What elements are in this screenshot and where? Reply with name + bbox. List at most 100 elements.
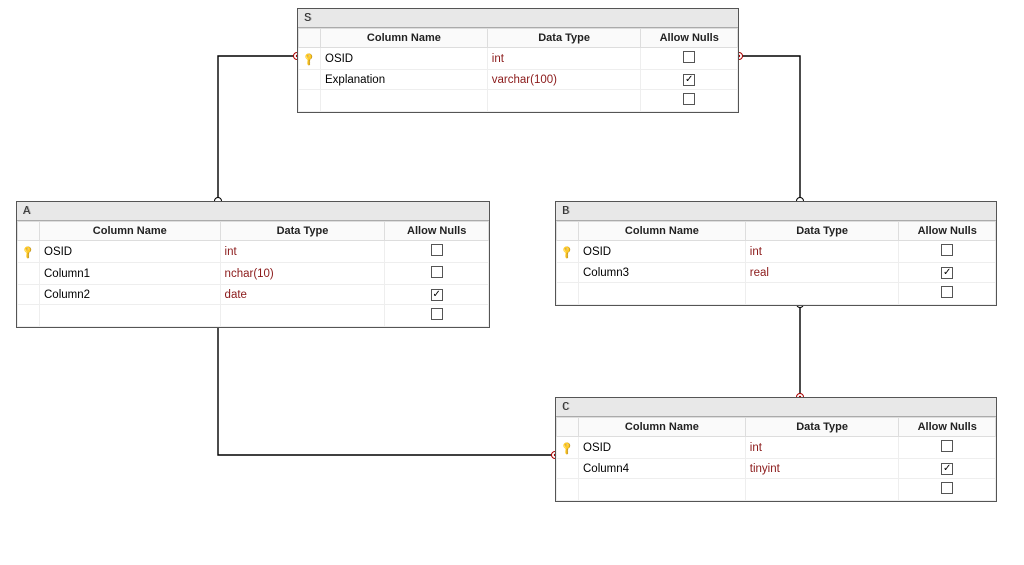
pk-cell [557,283,579,305]
checkbox-icon[interactable] [941,440,953,452]
data-type-cell[interactable] [487,90,641,112]
column-name-cell[interactable]: Explanation [321,70,488,90]
table-row[interactable]: Column3real ✓ [557,263,996,283]
allow-nulls-cell[interactable] [899,479,996,501]
entity-columns-table: Column Name Data Type Allow Nulls 🔑OSIDi… [17,221,489,327]
checkbox-icon[interactable]: ✓ [941,463,953,475]
col-header-name: Column Name [579,418,746,437]
entity-title: A [17,202,489,221]
pk-cell: 🔑 [557,241,579,263]
col-header-nulls: Allow Nulls [899,222,996,241]
col-header-name: Column Name [579,222,746,241]
data-type-cell[interactable]: real [745,263,899,283]
data-type-cell[interactable] [745,479,899,501]
table-row[interactable]: Column4tinyint ✓ [557,459,996,479]
checkbox-icon[interactable] [431,308,443,320]
pk-cell [18,305,40,327]
entity-b[interactable]: B Column Name Data Type Allow Nulls 🔑OSI… [555,201,997,306]
allow-nulls-cell[interactable] [385,305,489,327]
column-name-cell[interactable]: OSID [579,241,746,263]
checkbox-icon[interactable]: ✓ [431,289,443,301]
table-row[interactable]: Explanationvarchar(100) ✓ [299,70,738,90]
entity-a[interactable]: A Column Name Data Type Allow Nulls 🔑OSI… [16,201,490,328]
pk-cell: 🔑 [18,241,40,263]
key-icon: 🔑 [560,244,576,260]
data-type-cell[interactable]: varchar(100) [487,70,641,90]
col-header-type: Data Type [487,29,641,48]
col-header-type: Data Type [745,222,899,241]
entity-title: B [556,202,996,221]
checkbox-icon[interactable] [683,51,695,63]
checkbox-icon[interactable] [941,482,953,494]
entity-columns-table: Column Name Data Type Allow Nulls 🔑OSIDi… [298,28,738,112]
data-type-cell[interactable]: int [487,48,641,70]
data-type-cell[interactable]: tinyint [745,459,899,479]
col-header-name: Column Name [40,222,221,241]
allow-nulls-cell[interactable] [899,241,996,263]
column-name-cell[interactable] [579,479,746,501]
checkbox-icon[interactable] [941,286,953,298]
data-type-cell[interactable]: int [745,437,899,459]
allow-nulls-cell[interactable] [641,90,738,112]
table-row[interactable]: Column2date ✓ [18,285,489,305]
checkbox-icon[interactable] [431,266,443,278]
column-name-cell[interactable]: Column4 [579,459,746,479]
table-row[interactable]: 🔑OSIDint [18,241,489,263]
allow-nulls-cell[interactable] [899,437,996,459]
table-row[interactable] [557,283,996,305]
key-icon: 🔑 [21,244,37,260]
column-name-cell[interactable]: OSID [40,241,221,263]
allow-nulls-cell[interactable] [385,241,489,263]
col-header-nulls: Allow Nulls [641,29,738,48]
allow-nulls-cell[interactable]: ✓ [641,70,738,90]
data-type-cell[interactable] [220,305,385,327]
column-name-cell[interactable] [40,305,221,327]
col-header-type: Data Type [220,222,385,241]
data-type-cell[interactable]: nchar(10) [220,263,385,285]
allow-nulls-cell[interactable]: ✓ [385,285,489,305]
pk-cell [557,479,579,501]
column-name-cell[interactable] [321,90,488,112]
data-type-cell[interactable] [745,283,899,305]
entity-s[interactable]: S Column Name Data Type Allow Nulls 🔑OSI… [297,8,739,113]
table-row[interactable]: 🔑OSIDint [557,241,996,263]
entity-title: C [556,398,996,417]
entity-c[interactable]: C Column Name Data Type Allow Nulls 🔑OSI… [555,397,997,502]
col-header-type: Data Type [745,418,899,437]
table-row[interactable] [299,90,738,112]
entity-columns-table: Column Name Data Type Allow Nulls 🔑OSIDi… [556,417,996,501]
column-name-cell[interactable]: OSID [321,48,488,70]
pk-cell [18,285,40,305]
allow-nulls-cell[interactable]: ✓ [899,263,996,283]
pk-cell: 🔑 [557,437,579,459]
checkbox-icon[interactable]: ✓ [683,74,695,86]
data-type-cell[interactable]: int [745,241,899,263]
table-row[interactable]: Column1nchar(10) [18,263,489,285]
checkbox-icon[interactable]: ✓ [941,267,953,279]
checkbox-icon[interactable] [431,244,443,256]
col-header-nulls: Allow Nulls [385,222,489,241]
allow-nulls-cell[interactable]: ✓ [899,459,996,479]
data-type-cell[interactable]: date [220,285,385,305]
col-header-nulls: Allow Nulls [899,418,996,437]
allow-nulls-cell[interactable] [385,263,489,285]
checkbox-icon[interactable] [683,93,695,105]
pk-cell [299,90,321,112]
pk-cell: 🔑 [299,48,321,70]
allow-nulls-cell[interactable] [641,48,738,70]
table-row[interactable]: 🔑OSIDint [299,48,738,70]
table-row[interactable]: 🔑OSIDint [557,437,996,459]
column-name-cell[interactable]: Column1 [40,263,221,285]
table-row[interactable] [557,479,996,501]
allow-nulls-cell[interactable] [899,283,996,305]
data-type-cell[interactable]: int [220,241,385,263]
pk-cell [557,263,579,283]
table-row[interactable] [18,305,489,327]
column-name-cell[interactable]: Column2 [40,285,221,305]
checkbox-icon[interactable] [941,244,953,256]
column-name-cell[interactable]: OSID [579,437,746,459]
key-icon: 🔑 [560,440,576,456]
column-name-cell[interactable]: Column3 [579,263,746,283]
column-name-cell[interactable] [579,283,746,305]
pk-cell [18,263,40,285]
